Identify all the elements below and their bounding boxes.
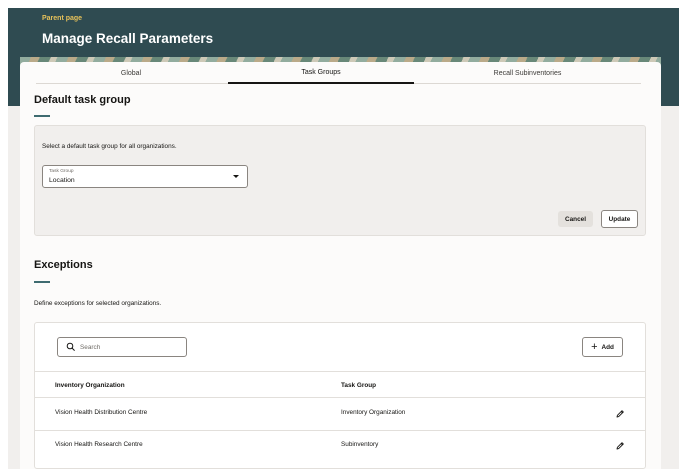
add-button[interactable]: + Add [582, 337, 623, 357]
default-task-group-heading: Default task group [34, 94, 131, 106]
column-header-inventory-organization[interactable]: Inventory Organization [55, 382, 125, 389]
edit-pencil-icon[interactable] [615, 441, 625, 451]
table-divider [34, 397, 646, 398]
section-accent-bar [34, 281, 50, 283]
table-divider [34, 430, 646, 431]
default-task-group-description: Select a default task group for all orga… [42, 143, 177, 150]
caret-down-icon [233, 175, 239, 178]
exceptions-description: Define exceptions for selected organizat… [34, 300, 162, 307]
exceptions-heading: Exceptions [34, 259, 93, 271]
search-field[interactable] [57, 337, 187, 357]
update-button[interactable]: Update [601, 210, 638, 228]
column-header-task-group[interactable]: Task Group [341, 382, 376, 389]
tab-recall-subinventories[interactable]: Recall Subinventories [414, 62, 641, 84]
page-title: Manage Recall Parameters [42, 31, 214, 46]
row-1-organization: Vision Health Distribution Centre [55, 409, 148, 416]
section-accent-bar [34, 115, 50, 117]
row-2-task-group: Subinventory [341, 441, 379, 448]
add-button-label: Add [601, 343, 614, 351]
task-group-select-value: Location [49, 177, 75, 184]
plus-icon: + [591, 340, 598, 353]
breadcrumb-parent-page[interactable]: Parent page [42, 15, 82, 22]
task-group-select[interactable]: Task Group Location [42, 165, 248, 188]
edit-pencil-icon[interactable] [615, 409, 625, 419]
tab-bar: Global Task Groups Recall Subinventories [36, 62, 641, 84]
cancel-button[interactable]: Cancel [558, 211, 593, 227]
tab-task-groups[interactable]: Task Groups [228, 62, 414, 84]
search-icon [66, 342, 75, 351]
tab-global[interactable]: Global [36, 62, 226, 84]
row-2-organization: Vision Health Research Centre [55, 441, 143, 448]
search-input[interactable] [80, 341, 184, 353]
row-1-task-group: Inventory Organization [341, 409, 406, 416]
table-divider [34, 371, 646, 372]
task-group-select-label: Task Group [49, 169, 74, 174]
